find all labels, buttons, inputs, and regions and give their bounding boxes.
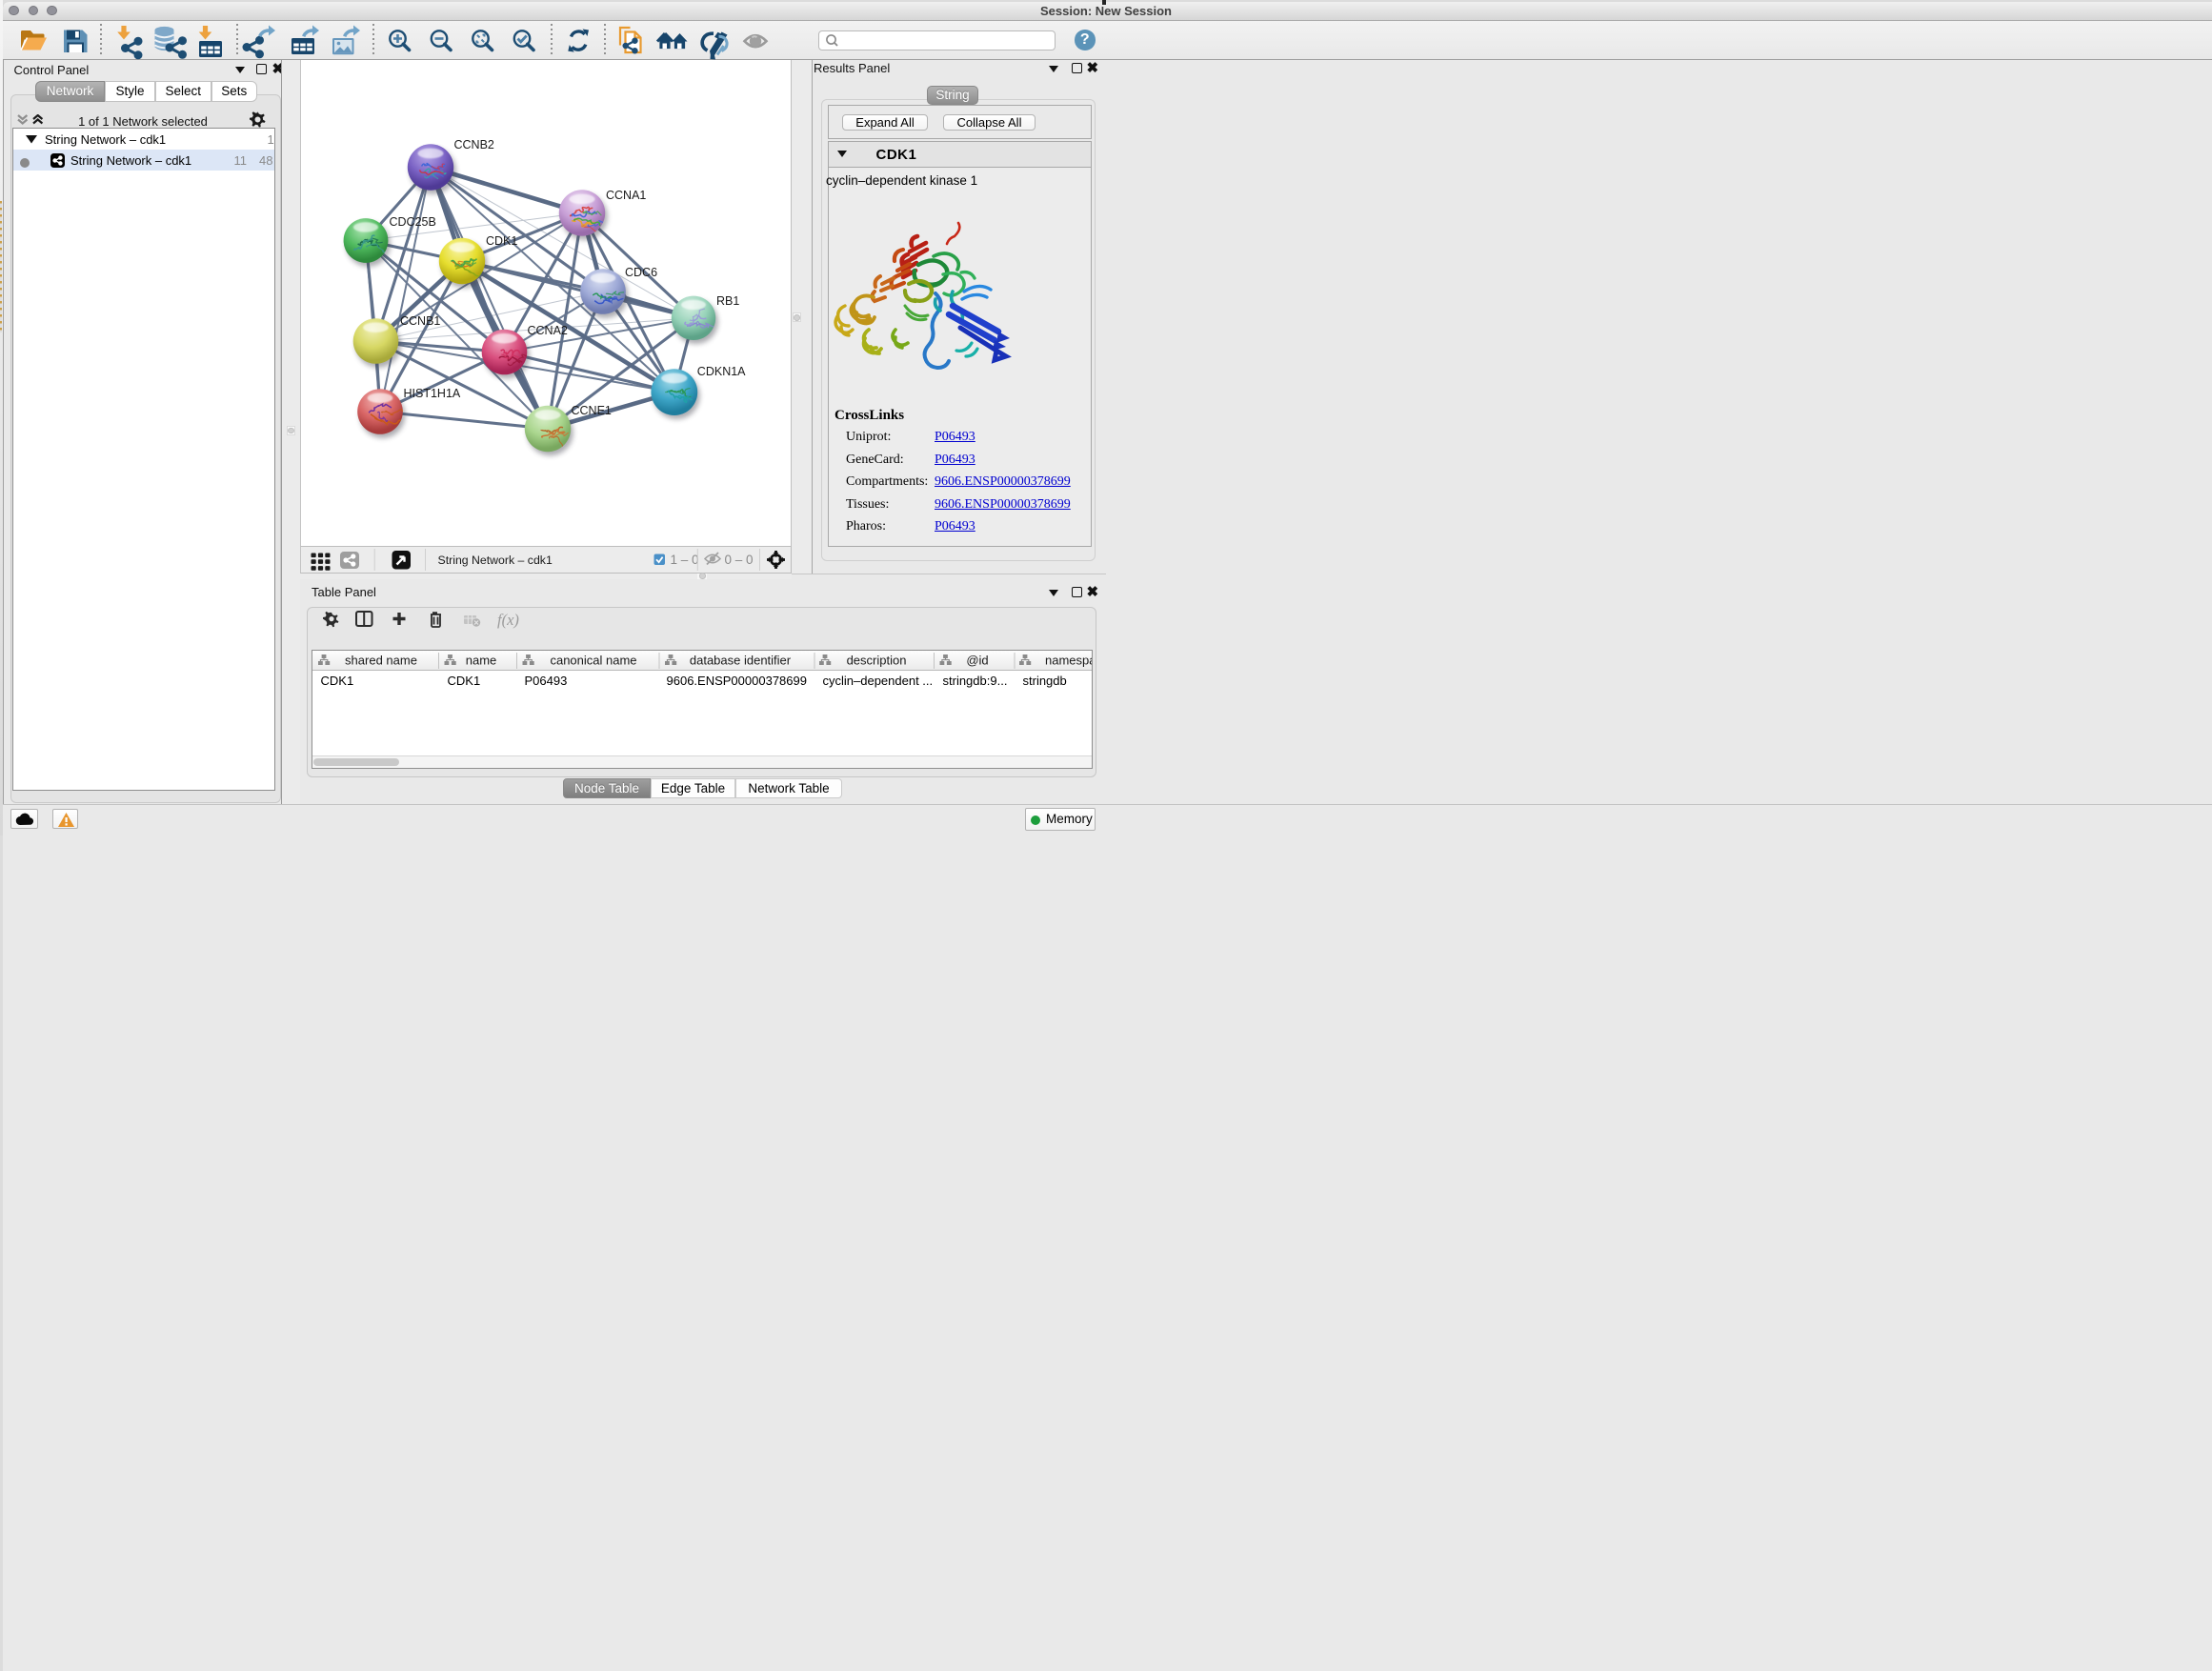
svg-text:CCNB2: CCNB2 xyxy=(453,138,493,151)
svg-text:String Network – cdk1: String Network – cdk1 xyxy=(437,554,552,567)
svg-text:0 – 0: 0 – 0 xyxy=(724,553,753,567)
svg-text:name: name xyxy=(465,654,496,668)
svg-text:database identifier: database identifier xyxy=(689,654,791,668)
svg-text:f(x): f(x) xyxy=(497,611,519,629)
svg-text:RB1: RB1 xyxy=(716,294,739,308)
svg-text:canonical name: canonical name xyxy=(550,654,636,668)
svg-text:CDK1: CDK1 xyxy=(486,234,517,248)
svg-text:description: description xyxy=(846,654,906,668)
svg-text:1 – 0: 1 – 0 xyxy=(670,553,698,567)
svg-text:CCNA1: CCNA1 xyxy=(606,189,646,202)
svg-text:CCNB1: CCNB1 xyxy=(400,314,440,328)
svg-text:CDKN1A: CDKN1A xyxy=(696,365,745,378)
svg-text:shared name: shared name xyxy=(345,654,417,668)
svg-text:CDC6: CDC6 xyxy=(625,266,657,279)
svg-text:CDC25B: CDC25B xyxy=(389,215,435,229)
svg-text:CCNE1: CCNE1 xyxy=(571,404,611,417)
svg-text:CCNA2: CCNA2 xyxy=(527,324,567,337)
svg-text:HIST1H1A: HIST1H1A xyxy=(403,387,460,400)
svg-text:namespace: namespace xyxy=(1045,654,1092,668)
svg-text:@id: @id xyxy=(966,654,988,668)
